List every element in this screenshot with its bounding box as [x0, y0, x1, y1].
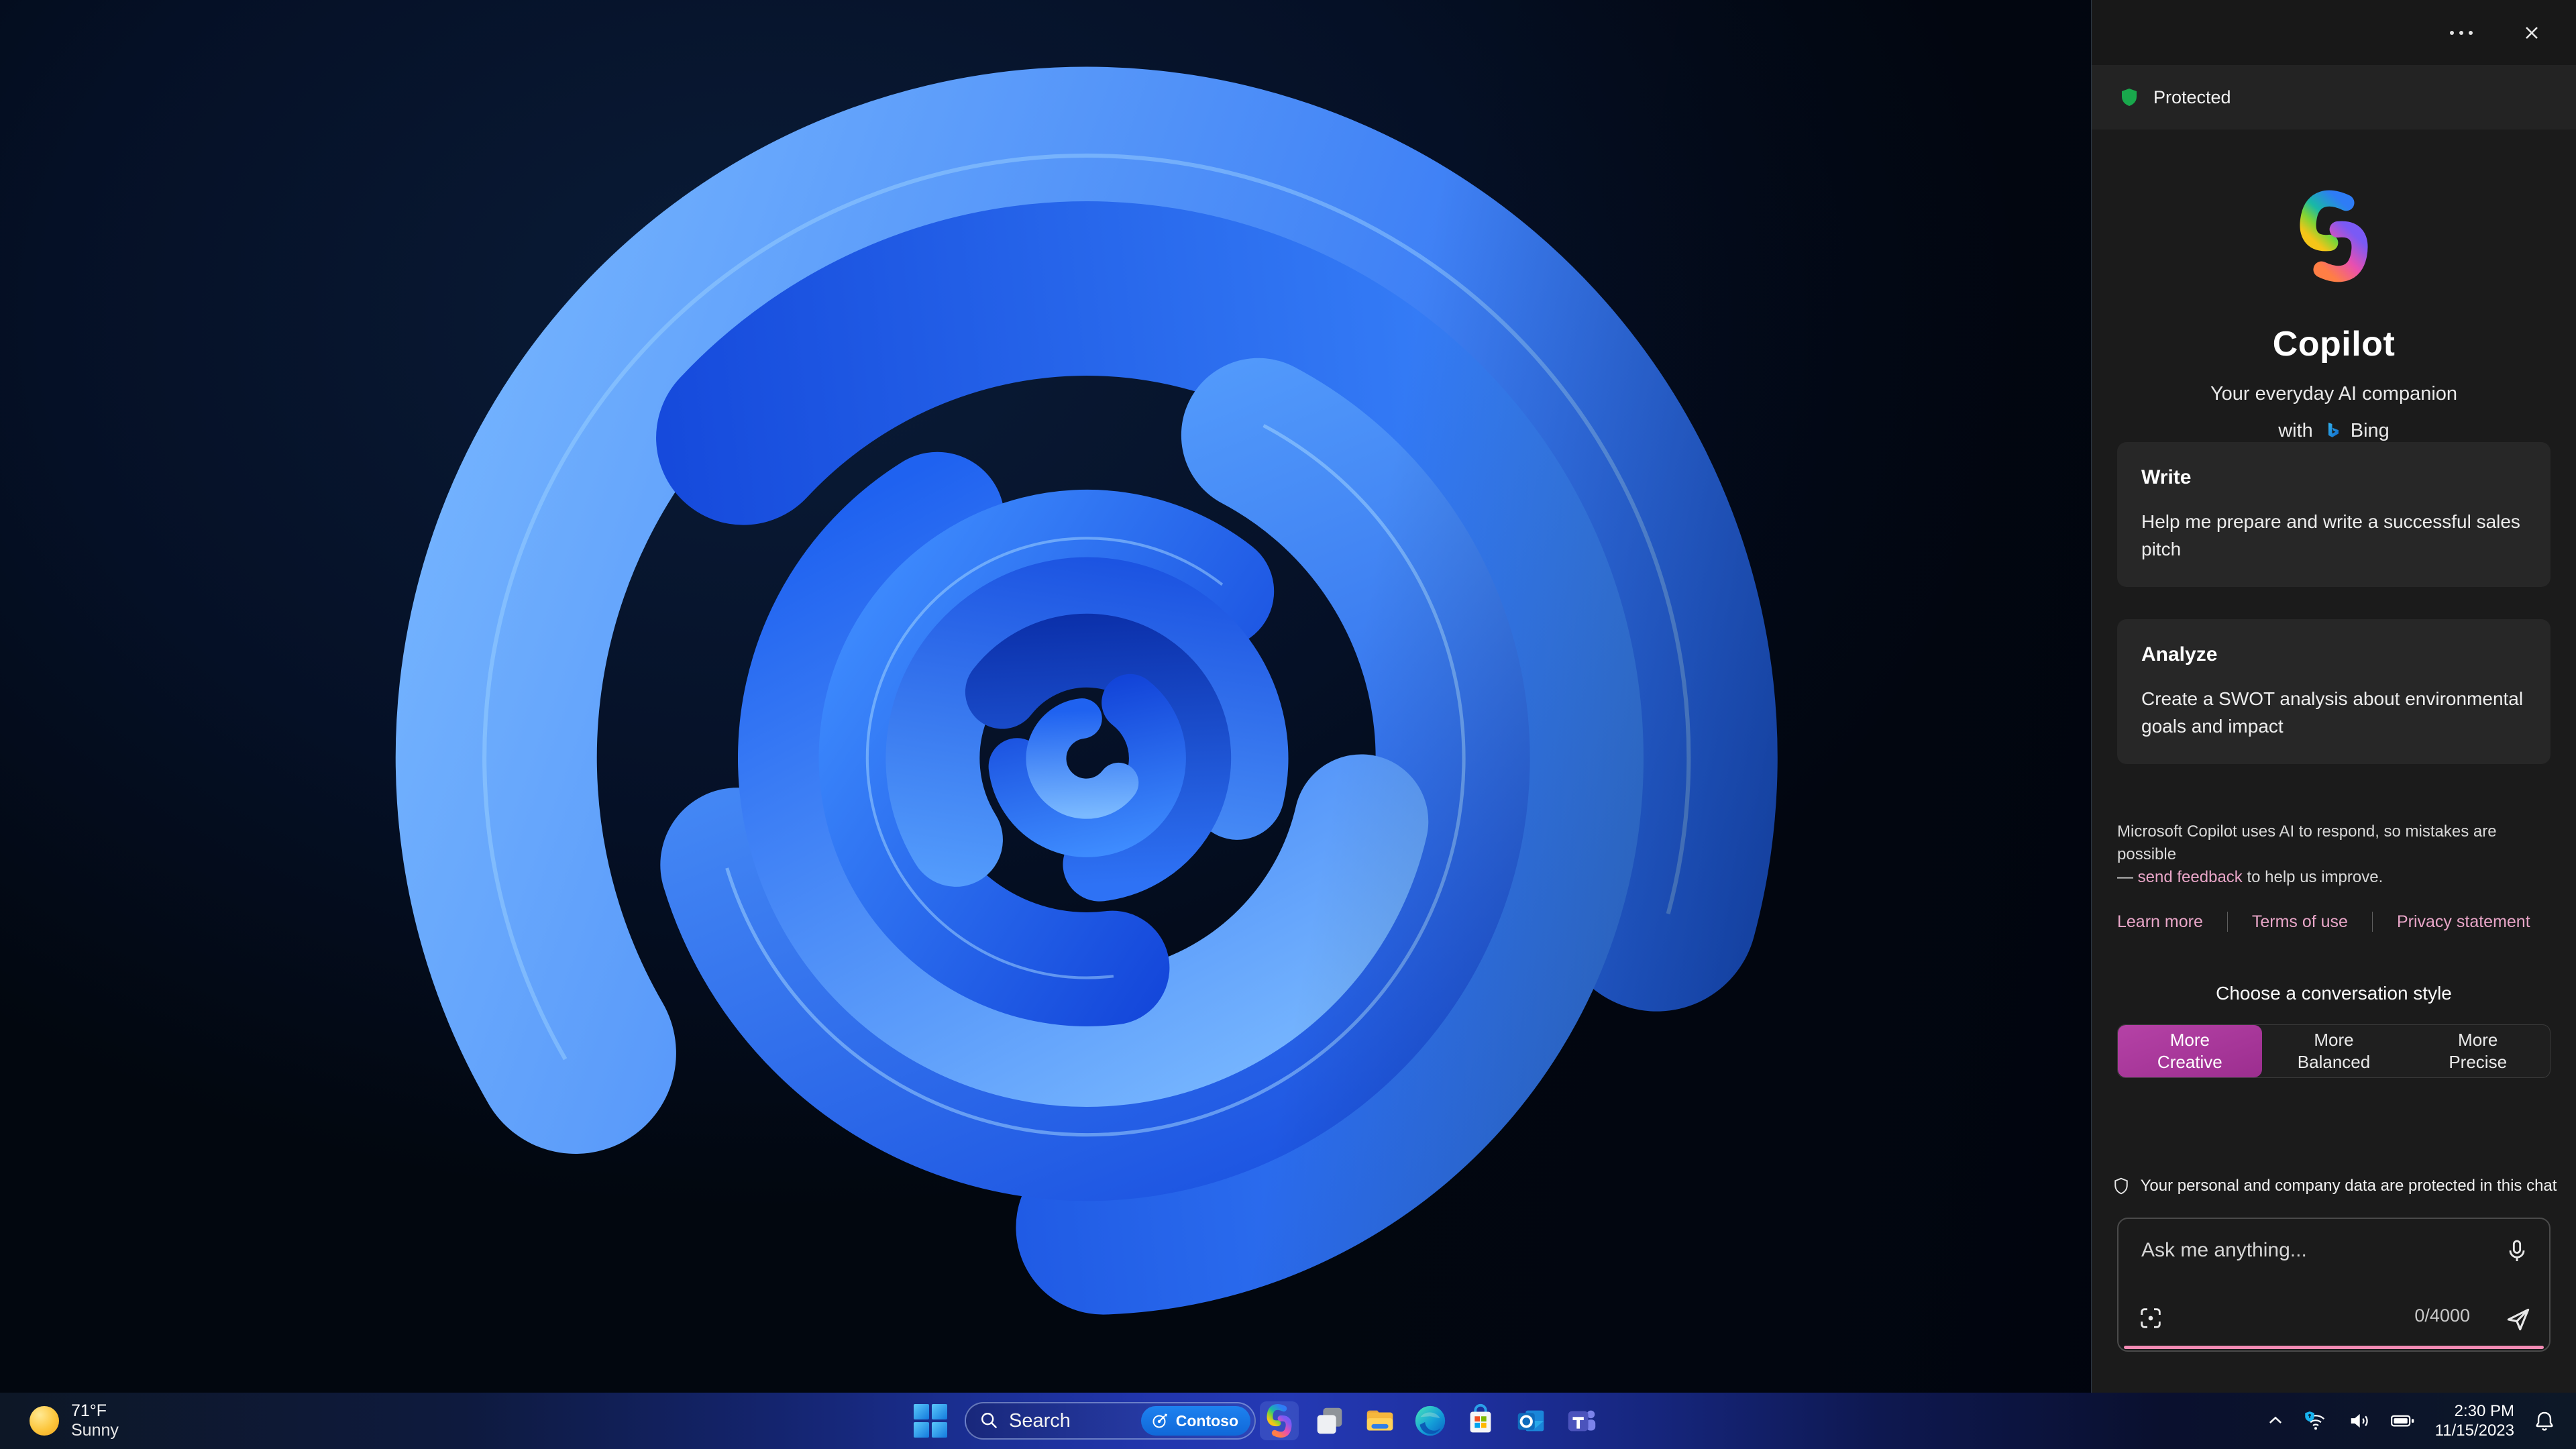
- suggestion-card-write[interactable]: Write Help me prepare and write a succes…: [2117, 442, 2551, 587]
- input-accent-bar: [2124, 1346, 2544, 1349]
- file-explorer-icon: [1366, 1410, 1393, 1431]
- privacy-statement-link[interactable]: Privacy statement: [2397, 912, 2530, 932]
- panel-title: Copilot: [2272, 325, 2396, 364]
- disclaimer-dash: —: [2117, 868, 2138, 886]
- card-body: Create a SWOT analysis about environment…: [2141, 688, 2524, 737]
- disclaimer-line1: Microsoft Copilot uses AI to respond, so…: [2117, 822, 2497, 863]
- search-icon: [981, 1413, 998, 1429]
- task-view-icon: [1317, 1407, 1342, 1434]
- edge-icon: [1415, 1405, 1446, 1436]
- taskbar-app-microsoft-store[interactable]: [1461, 1401, 1500, 1440]
- card-title: Write: [2141, 466, 2192, 488]
- hidden-icons-chevron[interactable]: [2266, 1411, 2285, 1430]
- wifi-vpn-icon[interactable]: [2304, 1409, 2328, 1433]
- shield-outline-icon: [2114, 1177, 2128, 1195]
- bing-label: Bing: [2350, 420, 2390, 441]
- teams-icon: [1568, 1410, 1596, 1432]
- style-option-more-balanced[interactable]: More Balanced: [2262, 1025, 2406, 1077]
- send-button[interactable]: [2502, 1303, 2534, 1336]
- contoso-target-icon: [1152, 1413, 1167, 1428]
- taskbar-search[interactable]: Contoso: [965, 1402, 1256, 1440]
- card-title: Analyze: [2141, 643, 2218, 665]
- with-label: with: [2278, 420, 2313, 441]
- data-protection-note: Your personal and company data are prote…: [2111, 1176, 2557, 1196]
- close-icon[interactable]: [2518, 19, 2545, 46]
- send-feedback-link[interactable]: send feedback: [2138, 868, 2243, 886]
- weather-temperature: 71°F: [71, 1401, 107, 1420]
- screenshot-capture-button[interactable]: [2136, 1303, 2165, 1333]
- with-bing-row: with Bing: [2278, 420, 2390, 442]
- sunny-weather-icon: [30, 1406, 59, 1436]
- copilot-panel-titlebar: [2092, 0, 2576, 65]
- footer-links: Learn more Terms of use Privacy statemen…: [2117, 912, 2551, 932]
- card-body: Help me prepare and write a successful s…: [2141, 511, 2520, 559]
- microsoft-store-icon: [1470, 1404, 1491, 1433]
- disclaimer-suffix: to help us improve.: [2242, 868, 2383, 886]
- copilot-panel: Protected Copilot Your everyday AI compa…: [2091, 0, 2576, 1393]
- microphone-button[interactable]: [2502, 1236, 2532, 1266]
- taskbar-app-teams[interactable]: [1562, 1401, 1601, 1440]
- character-counter: 0/4000: [2414, 1305, 2470, 1326]
- chat-input[interactable]: [2118, 1219, 2549, 1350]
- ai-disclaimer: Microsoft Copilot uses AI to respond, so…: [2117, 820, 2551, 889]
- weather-condition: Sunny: [71, 1421, 119, 1440]
- tray-time: 2:30 PM: [2454, 1402, 2514, 1420]
- panel-subtitle: Your everyday AI companion: [2210, 383, 2458, 405]
- link-divider: [2371, 912, 2373, 932]
- battery-icon[interactable]: [2390, 1409, 2416, 1433]
- copilot-icon: [1267, 1404, 1292, 1438]
- outlook-icon: [1517, 1410, 1544, 1432]
- style-option-more-creative[interactable]: More Creative: [2118, 1025, 2262, 1077]
- start-button[interactable]: [914, 1404, 947, 1438]
- style-option-more-precise[interactable]: More Precise: [2406, 1025, 2550, 1077]
- taskbar-clock[interactable]: 2:30 PM 11/15/2023: [2435, 1401, 2514, 1440]
- shield-protected-icon: [2122, 89, 2137, 106]
- contoso-badge[interactable]: Contoso: [1140, 1406, 1250, 1436]
- windows-logo-icon: [914, 1404, 929, 1419]
- taskbar-app-outlook[interactable]: [1511, 1401, 1550, 1440]
- volume-icon[interactable]: [2347, 1409, 2371, 1433]
- bing-icon: [2328, 422, 2339, 437]
- taskbar-app-task-view[interactable]: [1310, 1401, 1349, 1440]
- taskbar-apps: [1260, 1393, 1601, 1449]
- tray-date: 11/15/2023: [2434, 1421, 2514, 1440]
- link-divider: [2226, 912, 2228, 932]
- taskbar-app-edge[interactable]: [1411, 1401, 1450, 1440]
- contoso-label: Contoso: [1175, 1411, 1238, 1430]
- taskbar-app-copilot[interactable]: [1260, 1401, 1299, 1440]
- notifications-bell-icon[interactable]: [2533, 1409, 2556, 1432]
- protected-banner: Protected: [2092, 65, 2576, 129]
- more-options-icon[interactable]: [2443, 24, 2479, 42]
- terms-of-use-link[interactable]: Terms of use: [2252, 912, 2348, 932]
- conversation-style-toggle: More Creative More Balanced More Precise: [2117, 1024, 2551, 1078]
- learn-more-link[interactable]: Learn more: [2117, 912, 2203, 932]
- search-input[interactable]: [1009, 1409, 1141, 1432]
- protected-label: Protected: [2153, 87, 2231, 107]
- taskbar-app-file-explorer[interactable]: [1360, 1401, 1399, 1440]
- chat-input-box: 0/4000: [2117, 1218, 2551, 1352]
- system-tray: 2:30 PM 11/15/2023: [2266, 1393, 2576, 1449]
- weather-widget[interactable]: 71°F Sunny: [30, 1393, 119, 1449]
- taskbar: 71°F Sunny Contoso: [0, 1393, 2576, 1449]
- copilot-logo: [2300, 190, 2368, 282]
- suggestion-card-analyze[interactable]: Analyze Create a SWOT analysis about env…: [2117, 619, 2551, 764]
- desktop: Protected Copilot Your everyday AI compa…: [0, 0, 2576, 1449]
- conversation-style-heading: Choose a conversation style: [2216, 983, 2452, 1004]
